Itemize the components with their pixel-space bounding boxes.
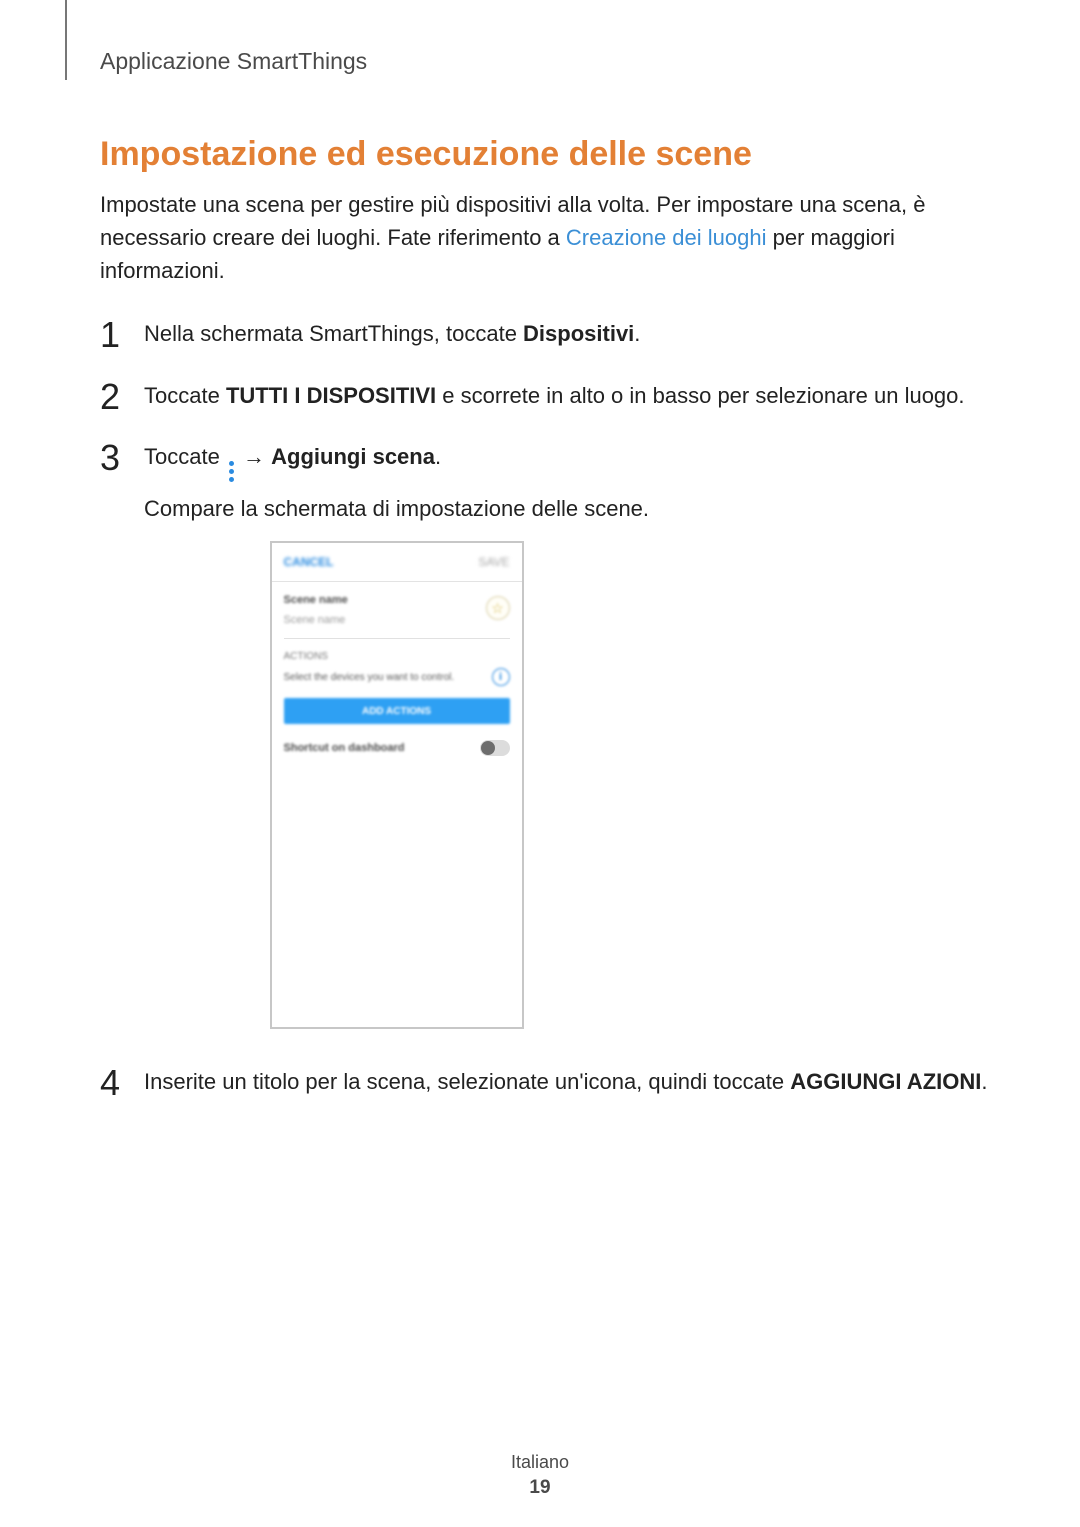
page: Applicazione SmartThings Impostazione ed… bbox=[0, 0, 1080, 1527]
step3-text-a: Toccate bbox=[144, 444, 226, 469]
phone-shortcut-label: Shortcut on dashboard bbox=[284, 740, 405, 757]
step4-bold: AGGIUNGI AZIONI bbox=[790, 1069, 981, 1094]
phone-screenshot: CANCEL SAVE Scene name Scene name ☆ ACTI… bbox=[270, 541, 524, 1029]
phone-blank-area bbox=[272, 767, 522, 1027]
step-number: 2 bbox=[100, 377, 144, 417]
info-icon[interactable]: i bbox=[492, 668, 510, 686]
step-body: Inserite un titolo per la scena, selezio… bbox=[144, 1063, 987, 1098]
section-heading: Impostazione ed esecuzione delle scene bbox=[100, 135, 990, 174]
footer-language: Italiano bbox=[0, 1452, 1080, 1473]
page-footer: Italiano 19 bbox=[0, 1452, 1080, 1499]
step-3: 3 Toccate → Aggiungi scena. Compare la s… bbox=[100, 438, 990, 1029]
intro-link[interactable]: Creazione dei luoghi bbox=[566, 225, 767, 250]
step4-text-c: . bbox=[981, 1069, 987, 1094]
step1-text-a: Nella schermata SmartThings, toccate bbox=[144, 321, 523, 346]
star-icon[interactable]: ☆ bbox=[486, 596, 510, 620]
toggle-knob bbox=[481, 741, 495, 755]
step3-subtext: Compare la schermata di impostazione del… bbox=[144, 492, 649, 525]
page-number: 19 bbox=[0, 1477, 1080, 1499]
step-number: 1 bbox=[100, 315, 144, 355]
phone-save-button[interactable]: SAVE bbox=[478, 553, 509, 571]
step1-bold: Dispositivi bbox=[523, 321, 634, 346]
step-body: Nella schermata SmartThings, toccate Dis… bbox=[144, 315, 640, 350]
step-2: 2 Toccate TUTTI I DISPOSITIVI e scorrete… bbox=[100, 377, 990, 417]
running-header: Applicazione SmartThings bbox=[100, 48, 990, 75]
step2-text-a: Toccate bbox=[144, 383, 226, 408]
phone-add-actions-button[interactable]: ADD ACTIONS bbox=[284, 698, 510, 724]
intro-paragraph: Impostate una scena per gestire più disp… bbox=[100, 188, 990, 287]
step3-bold: Aggiungi scena bbox=[271, 444, 435, 469]
margin-rule bbox=[65, 0, 67, 80]
phone-cancel-button[interactable]: CANCEL bbox=[284, 553, 334, 571]
phone-shortcut-row: Shortcut on dashboard bbox=[272, 734, 522, 767]
step-4: 4 Inserite un titolo per la scena, selez… bbox=[100, 1063, 990, 1103]
step4-text-a: Inserite un titolo per la scena, selezio… bbox=[144, 1069, 790, 1094]
phone-select-devices-text: Select the devices you want to control. bbox=[284, 670, 455, 685]
more-options-icon bbox=[229, 461, 234, 482]
phone-select-devices-row: Select the devices you want to control. … bbox=[272, 666, 522, 690]
step-number: 4 bbox=[100, 1063, 144, 1103]
phone-scene-name-placeholder[interactable]: Scene name bbox=[284, 614, 346, 626]
step2-text-c: e scorrete in alto o in basso per selezi… bbox=[436, 383, 964, 408]
step3-arrow: → bbox=[237, 444, 271, 469]
step-body: Toccate → Aggiungi scena. Compare la sch… bbox=[144, 438, 649, 1029]
step-body: Toccate TUTTI I DISPOSITIVI e scorrete i… bbox=[144, 377, 965, 412]
steps-list: 1 Nella schermata SmartThings, toccate D… bbox=[100, 315, 990, 1102]
phone-actions-label: ACTIONS bbox=[272, 639, 522, 666]
step-number: 3 bbox=[100, 438, 144, 478]
toggle-switch[interactable] bbox=[480, 740, 510, 756]
step2-bold: TUTTI I DISPOSITIVI bbox=[226, 383, 436, 408]
step3-text-c: . bbox=[435, 444, 441, 469]
phone-scene-name-label: Scene name bbox=[284, 592, 510, 609]
step-1: 1 Nella schermata SmartThings, toccate D… bbox=[100, 315, 990, 355]
phone-scene-name-section: Scene name Scene name ☆ bbox=[272, 582, 522, 634]
phone-header: CANCEL SAVE bbox=[272, 543, 522, 582]
step1-text-c: . bbox=[634, 321, 640, 346]
